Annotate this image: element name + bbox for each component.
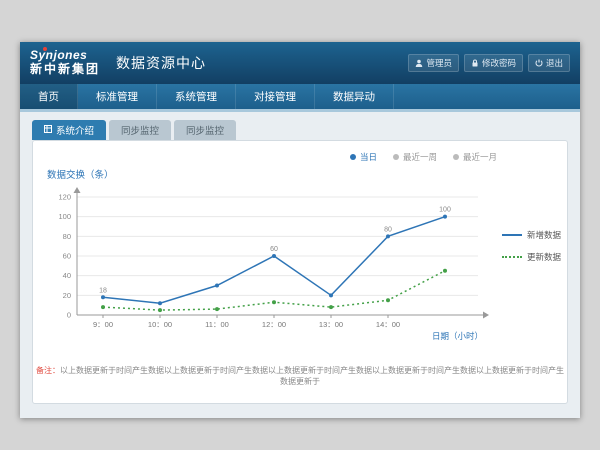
logo-english: Synjones	[30, 49, 100, 63]
change-password-label: 修改密码	[482, 57, 516, 69]
content-area: 系统介绍 同步监控 同步监控 当日 最近一周 最近一月 数据交	[20, 112, 580, 418]
dot-icon	[453, 154, 459, 160]
svg-text:60: 60	[63, 252, 71, 261]
app-window: Synjones 新中新集团 数据资源中心 管理员 修改密码 退出	[20, 42, 580, 418]
svg-text:0: 0	[67, 311, 71, 320]
nav-item-home[interactable]: 首页	[20, 84, 78, 109]
app-header: Synjones 新中新集团 数据资源中心 管理员 修改密码 退出	[20, 42, 580, 84]
solid-line-icon	[502, 234, 522, 236]
tab-system-intro-label: 系统介绍	[56, 123, 94, 137]
header-actions: 管理员 修改密码 退出	[408, 54, 570, 72]
svg-text:120: 120	[58, 193, 71, 202]
tab-sync-monitor-1[interactable]: 同步监控	[109, 120, 171, 140]
nav-item-data-change[interactable]: 数据异动	[315, 84, 394, 109]
svg-text:10：00: 10：00	[148, 320, 172, 329]
nav-item-interface-mgmt[interactable]: 对接管理	[236, 84, 315, 109]
dot-icon	[393, 154, 399, 160]
note-text: 以上数据更新于时间产生数据以上数据更新于时间产生数据以上数据更新于时间产生数据以…	[60, 366, 564, 386]
period-filter-today[interactable]: 当日	[350, 151, 377, 163]
svg-text:18: 18	[99, 287, 107, 294]
grid-icon	[44, 125, 52, 136]
main-nav: 首页 标准管理 系统管理 对接管理 数据异动	[20, 84, 580, 112]
logout-label: 退出	[546, 57, 563, 69]
svg-text:80: 80	[384, 226, 392, 233]
page-title: 数据资源中心	[116, 53, 206, 73]
period-filter-last-month-label: 最近一月	[463, 151, 497, 163]
svg-text:20: 20	[63, 291, 71, 300]
period-filter-last-month[interactable]: 最近一月	[453, 151, 497, 163]
svg-text:13：00: 13：00	[319, 320, 343, 329]
legend-new-data-label: 新增数据	[527, 229, 561, 241]
logout-button[interactable]: 退出	[528, 54, 570, 72]
dotted-line-icon	[502, 256, 522, 258]
nav-item-system-mgmt[interactable]: 系统管理	[157, 84, 236, 109]
logo-chinese: 新中新集团	[30, 63, 100, 77]
period-filter-last-week-label: 最近一周	[403, 151, 437, 163]
company-logo: Synjones 新中新集团	[30, 49, 100, 77]
legend-item-updated-data: 更新数据	[502, 251, 561, 263]
period-filter-last-week[interactable]: 最近一周	[393, 151, 437, 163]
footer-note: 备注：以上数据更新于时间产生数据以上数据更新于时间产生数据以上数据更新于时间产生…	[33, 365, 567, 387]
svg-text:11：00: 11：00	[205, 320, 229, 329]
admin-user-label: 管理员	[426, 57, 452, 69]
tab-bar: 系统介绍 同步监控 同步监控	[32, 120, 568, 140]
note-label: 备注：	[36, 366, 60, 375]
tab-system-intro[interactable]: 系统介绍	[32, 120, 106, 140]
period-filter-legend: 当日 最近一周 最近一月	[350, 151, 497, 163]
dot-icon	[350, 154, 356, 160]
series-legend: 新增数据 更新数据	[502, 229, 561, 273]
power-icon	[535, 59, 543, 67]
svg-text:9：00: 9：00	[93, 320, 113, 329]
nav-item-standard-mgmt[interactable]: 标准管理	[78, 84, 157, 109]
user-icon	[415, 59, 423, 67]
y-axis-title: 数据交换（条）	[47, 167, 114, 181]
admin-user-button[interactable]: 管理员	[408, 54, 459, 72]
svg-text:60: 60	[270, 246, 278, 253]
change-password-button[interactable]: 修改密码	[464, 54, 523, 72]
svg-text:14：00: 14：00	[376, 320, 400, 329]
svg-text:日期（小时）: 日期（小时）	[432, 331, 483, 341]
tab-sync-monitor-2[interactable]: 同步监控	[174, 120, 236, 140]
svg-text:100: 100	[439, 207, 451, 214]
period-filter-today-label: 当日	[360, 151, 377, 163]
legend-updated-data-label: 更新数据	[527, 251, 561, 263]
line-chart: 0 20 40 60 80 100 120 9：00 10：00 11：00 12：00 13：00 1…	[43, 187, 513, 347]
lock-icon	[471, 59, 479, 67]
svg-text:80: 80	[63, 232, 71, 241]
svg-text:40: 40	[63, 271, 71, 280]
svg-text:100: 100	[58, 212, 71, 221]
legend-item-new-data: 新增数据	[502, 229, 561, 241]
svg-text:12：00: 12：00	[262, 320, 286, 329]
chart-panel: 当日 最近一周 最近一月 数据交换（条） 0 20 40 60 80 100 120 9：00…	[32, 140, 568, 404]
